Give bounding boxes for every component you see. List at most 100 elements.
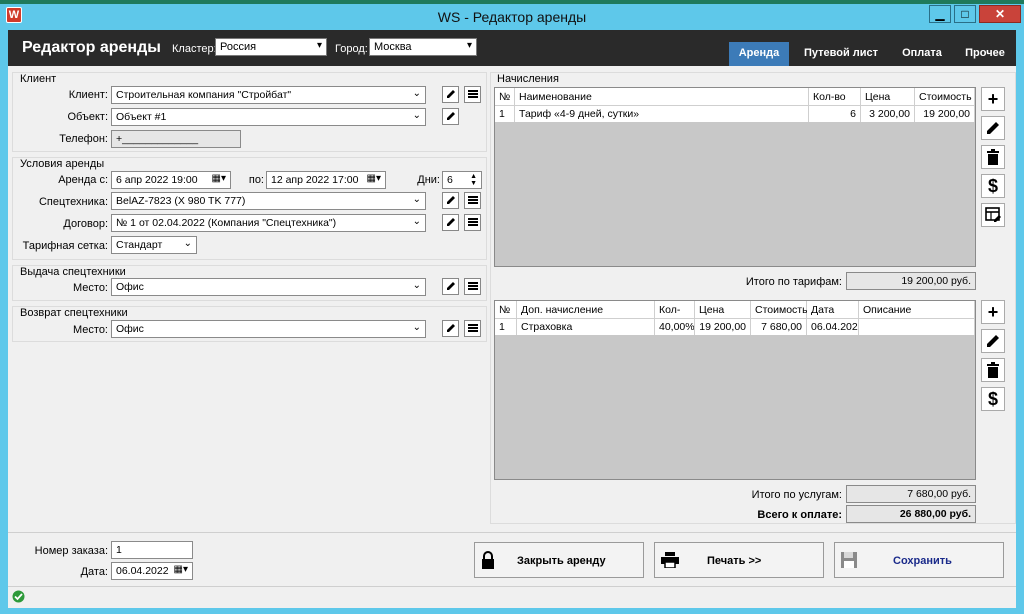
edit-return-place-button[interactable] bbox=[442, 320, 459, 337]
edit-client-button[interactable] bbox=[442, 86, 459, 103]
list-issue-place-button[interactable] bbox=[464, 278, 481, 295]
days-stepper[interactable]: 6 ▲ ▼ bbox=[442, 171, 482, 189]
tab-payment[interactable]: Оплата bbox=[890, 42, 954, 66]
delete-charge-button[interactable] bbox=[981, 145, 1005, 169]
edit-extra-button[interactable] bbox=[981, 329, 1005, 353]
phone-field[interactable]: +_____________ bbox=[111, 130, 241, 148]
col-extra-name: Доп. начисление bbox=[517, 301, 655, 319]
table-cell[interactable] bbox=[859, 319, 975, 335]
add-extra-button[interactable]: + bbox=[981, 300, 1005, 324]
return-place-select[interactable]: Офис ⌄ bbox=[111, 320, 426, 338]
order-date-picker[interactable]: 06.04.2022 ▦▾ bbox=[111, 562, 193, 580]
list-equipment-button[interactable] bbox=[464, 192, 481, 209]
page-title: Редактор аренды bbox=[22, 39, 161, 56]
list-icon bbox=[465, 216, 480, 228]
days-label: Дни: bbox=[417, 174, 440, 186]
object-select[interactable]: Объект #1 ⌄ bbox=[111, 108, 426, 126]
edit-charge-button[interactable] bbox=[981, 116, 1005, 140]
printer-icon bbox=[661, 552, 679, 571]
table-cell[interactable]: 1 bbox=[495, 106, 515, 122]
tariff-select[interactable]: Стандарт ⌄ bbox=[111, 236, 197, 254]
calendar-icon: ▦▾ bbox=[173, 564, 188, 575]
pencil-icon bbox=[443, 280, 458, 292]
table-cell[interactable]: 1 bbox=[495, 319, 517, 335]
pencil-icon bbox=[982, 333, 1004, 349]
window-title: WS - Редактор аренды bbox=[437, 9, 587, 25]
tab-other[interactable]: Прочее bbox=[958, 42, 1012, 66]
list-contract-button[interactable] bbox=[464, 214, 481, 231]
pencil-icon bbox=[982, 120, 1004, 136]
chevron-down-icon: ⌄ bbox=[412, 88, 421, 99]
tariff-label: Тарифная сетка: bbox=[22, 240, 108, 252]
list-icon bbox=[465, 88, 480, 100]
chevron-down-icon: ⌄ bbox=[183, 238, 192, 249]
edit-issue-place-button[interactable] bbox=[442, 278, 459, 295]
tab-rent[interactable]: Аренда bbox=[729, 42, 789, 66]
return-place-value: Офис bbox=[116, 323, 144, 335]
table-cell[interactable]: 3 200,00 bbox=[861, 106, 915, 122]
maximize-button[interactable]: □ bbox=[954, 5, 976, 23]
payment-charge-button[interactable]: $ bbox=[981, 174, 1005, 198]
pencil-icon bbox=[443, 216, 458, 228]
rent-from-label: Аренда с: bbox=[58, 174, 108, 186]
charges-table[interactable]: № Наименование Кол-во Цена Стоимость 1 Т… bbox=[494, 87, 976, 267]
rent-from-datetime[interactable]: 6 апр 2022 19:00 ▦▾ bbox=[111, 171, 231, 189]
order-date-value: 06.04.2022 bbox=[116, 565, 169, 577]
minimize-button[interactable]: ▁ bbox=[929, 5, 951, 23]
city-select[interactable]: Москва ▾ bbox=[369, 38, 477, 56]
col-num: № bbox=[495, 301, 517, 319]
col-qty: Кол-во bbox=[655, 301, 695, 328]
plus-icon: + bbox=[987, 302, 999, 322]
close-button[interactable]: ✕ bbox=[979, 5, 1021, 23]
list-return-place-button[interactable] bbox=[464, 320, 481, 337]
edit-object-button[interactable] bbox=[442, 108, 459, 125]
rent-to-datetime[interactable]: 12 апр 2022 17:00 ▦▾ bbox=[266, 171, 386, 189]
table-edit-button[interactable] bbox=[981, 203, 1005, 227]
delete-extra-button[interactable] bbox=[981, 358, 1005, 382]
edit-equipment-button[interactable] bbox=[442, 192, 459, 209]
table-cell[interactable]: 6 bbox=[809, 106, 861, 122]
floppy-icon bbox=[841, 552, 857, 571]
save-button[interactable]: Сохранить bbox=[834, 542, 1004, 578]
list-icon bbox=[465, 280, 480, 292]
client-label: Клиент: bbox=[68, 89, 108, 101]
tariff-value: Стандарт bbox=[116, 239, 163, 251]
print-button[interactable]: Печать >> bbox=[654, 542, 824, 578]
equipment-select[interactable]: BelAZ-7823 (X 980 TK 777) ⌄ bbox=[111, 192, 426, 210]
col-date: Дата bbox=[807, 301, 859, 319]
table-cell[interactable]: 40,00% bbox=[655, 319, 695, 335]
edit-contract-button[interactable] bbox=[442, 214, 459, 231]
check-circle-icon bbox=[12, 590, 25, 606]
contract-label: Договор: bbox=[63, 218, 108, 230]
issue-place-select[interactable]: Офис ⌄ bbox=[111, 278, 426, 296]
close-rent-button[interactable]: Закрыть аренду bbox=[474, 542, 644, 578]
col-name: Наименование bbox=[515, 88, 809, 106]
print-label: Печать >> bbox=[707, 555, 762, 567]
tab-waybill[interactable]: Путевой лист bbox=[798, 42, 884, 66]
cluster-select[interactable]: Россия ▾ bbox=[215, 38, 327, 56]
dollar-icon: $ bbox=[987, 176, 998, 196]
chevron-down-icon: ▾ bbox=[466, 40, 472, 51]
add-charge-button[interactable]: + bbox=[981, 87, 1005, 111]
order-number-field[interactable]: 1 bbox=[111, 541, 193, 559]
table-cell[interactable]: 19 200,00 bbox=[695, 319, 751, 335]
pencil-icon bbox=[443, 322, 458, 334]
table-cell[interactable]: 06.04.2022 bbox=[807, 319, 859, 335]
plus-icon: + bbox=[987, 89, 999, 109]
extra-charges-table[interactable]: № Доп. начисление Кол-во Цена Стоимость … bbox=[494, 300, 976, 480]
tariff-total-value: 19 200,00 руб. bbox=[846, 272, 976, 290]
spin-icon[interactable]: ▲ ▼ bbox=[470, 173, 477, 187]
table-cell[interactable]: Страховка bbox=[517, 319, 655, 335]
table-cell[interactable]: 19 200,00 bbox=[915, 106, 975, 122]
payment-extra-button[interactable]: $ bbox=[981, 387, 1005, 411]
client-select[interactable]: Строительная компания "Стройбат" ⌄ bbox=[111, 86, 426, 104]
issue-place-label: Место: bbox=[73, 282, 108, 294]
list-client-button[interactable] bbox=[464, 86, 481, 103]
table-cell[interactable]: 7 680,00 bbox=[751, 319, 807, 335]
col-price: Цена bbox=[695, 301, 751, 319]
contract-select[interactable]: № 1 от 02.04.2022 (Компания "Спецтехника… bbox=[111, 214, 426, 232]
tariff-total-label: Итого по тарифам: bbox=[745, 276, 842, 288]
save-label: Сохранить bbox=[893, 555, 952, 567]
col-price: Цена bbox=[861, 88, 915, 106]
table-cell[interactable]: Тариф «4-9 дней, сутки» bbox=[515, 106, 809, 122]
